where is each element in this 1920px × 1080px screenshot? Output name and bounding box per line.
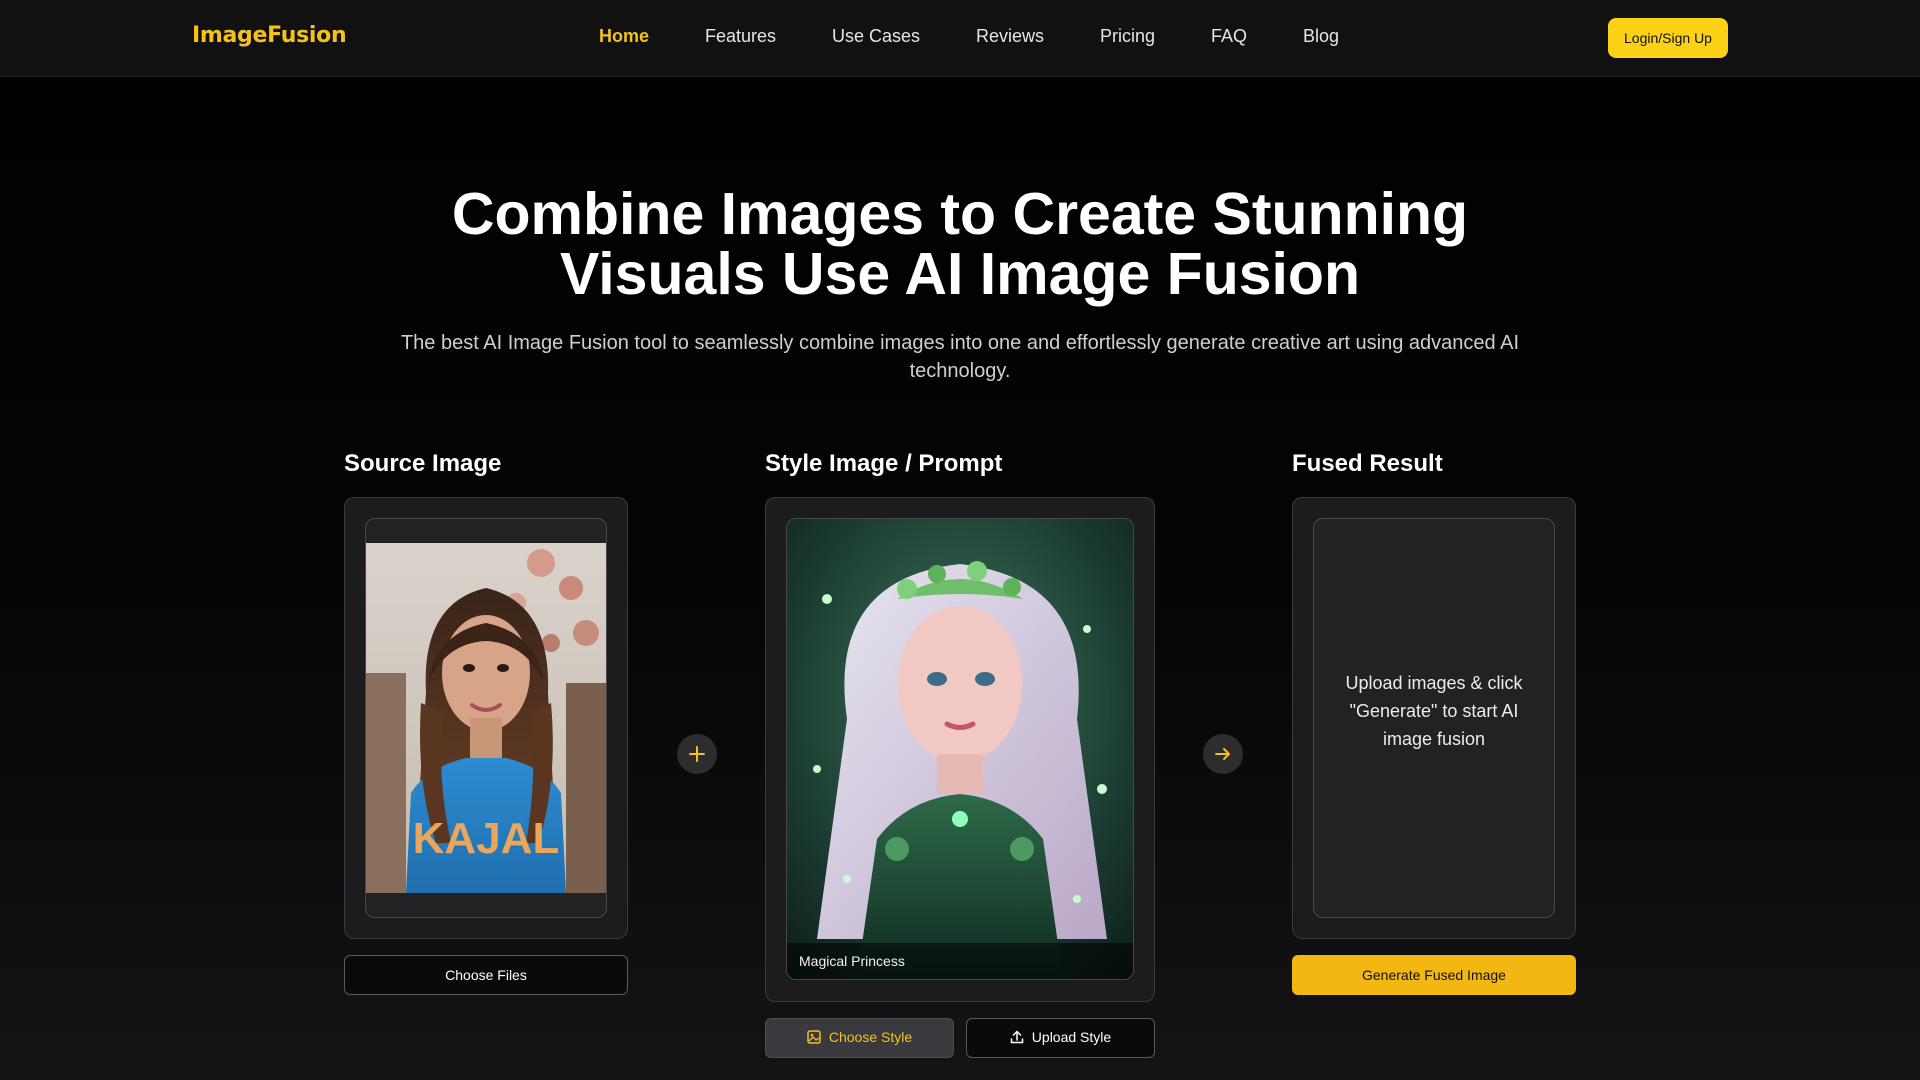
choose-style-label: Choose Style bbox=[828, 1029, 913, 1045]
login-signup-button[interactable]: Login/Sign Up bbox=[1608, 18, 1728, 58]
shirt-print-text: KAJAL bbox=[413, 814, 560, 863]
arrow-right-icon bbox=[1203, 734, 1243, 774]
nav-link-features[interactable]: Features bbox=[705, 26, 776, 47]
plus-icon bbox=[677, 734, 717, 774]
fused-result-placeholder: Upload images & click "Generate" to star… bbox=[1334, 669, 1534, 753]
hero-title-line-1: Combine Images to Create Stunning bbox=[451, 181, 1469, 247]
nav-link-pricing[interactable]: Pricing bbox=[1100, 26, 1155, 47]
style-image-caption: Magical Princess bbox=[787, 943, 1133, 979]
nav-link-use-cases[interactable]: Use Cases bbox=[832, 26, 920, 47]
top-navbar: ImageFusion Home Features Use Cases Revi… bbox=[0, 0, 1920, 77]
upload-icon bbox=[1010, 1030, 1024, 1044]
nav-link-home[interactable]: Home bbox=[599, 26, 649, 47]
placeholder-line-1: Upload images & click bbox=[1345, 673, 1523, 693]
style-princess-image: Magical Princess bbox=[787, 519, 1133, 979]
upload-style-label: Upload Style bbox=[1031, 1029, 1112, 1045]
hero-title-line-2: Visuals Use AI Image Fusion bbox=[559, 241, 1361, 307]
style-image-frame[interactable]: Magical Princess bbox=[786, 518, 1134, 980]
generate-fused-image-button[interactable]: Generate Fused Image bbox=[1292, 955, 1576, 995]
placeholder-line-2: "Generate" to start AI bbox=[1349, 701, 1519, 721]
source-portrait-image: KAJAL bbox=[366, 543, 606, 893]
nav-link-faq[interactable]: FAQ bbox=[1211, 26, 1247, 47]
placeholder-line-3: image fusion bbox=[1382, 729, 1486, 749]
hero-subtitle-line-2: technology. bbox=[909, 360, 1011, 382]
source-image-title: Source Image bbox=[344, 450, 502, 477]
hero-title: Combine Images to Create Stunning Visual… bbox=[360, 184, 1560, 304]
source-image-card: KAJAL bbox=[344, 497, 628, 939]
fused-result-title: Fused Result bbox=[1292, 450, 1443, 477]
choose-files-button[interactable]: Choose Files bbox=[344, 955, 628, 995]
style-image-title: Style Image / Prompt bbox=[765, 450, 1003, 477]
image-icon bbox=[807, 1030, 821, 1044]
fused-result-card: Upload images & click "Generate" to star… bbox=[1292, 497, 1576, 939]
hero-subtitle: The best AI Image Fusion tool to seamles… bbox=[390, 329, 1530, 385]
nav-link-reviews[interactable]: Reviews bbox=[976, 26, 1044, 47]
style-image-card: Magical Princess bbox=[765, 497, 1155, 1002]
choose-style-button[interactable]: Choose Style bbox=[765, 1018, 954, 1058]
nav-link-blog[interactable]: Blog bbox=[1303, 26, 1339, 47]
fused-result-frame: Upload images & click "Generate" to star… bbox=[1313, 518, 1555, 918]
hero-subtitle-line-1: The best AI Image Fusion tool to seamles… bbox=[400, 332, 1520, 354]
source-image-frame[interactable]: KAJAL bbox=[365, 518, 607, 918]
upload-style-button[interactable]: Upload Style bbox=[966, 1018, 1155, 1058]
